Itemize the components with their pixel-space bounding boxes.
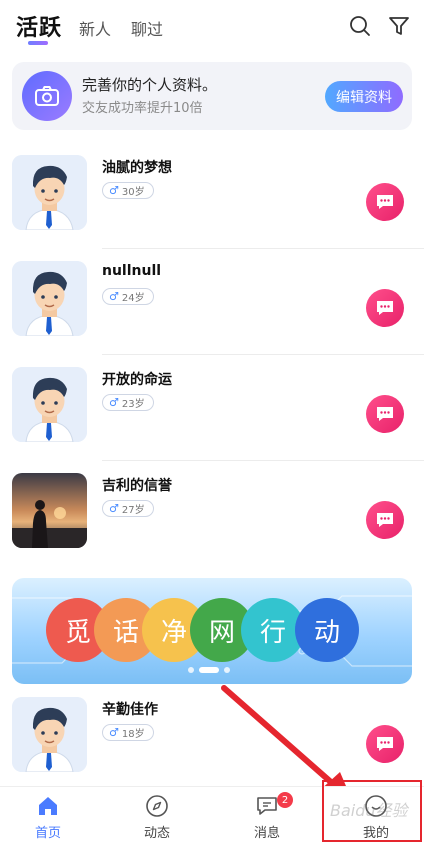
edit-profile-button[interactable]: 编辑资料 [325,81,403,112]
tab-new[interactable]: 新人 [79,16,111,40]
unread-badge: 2 [277,792,293,808]
chat-button[interactable] [366,725,404,763]
nav-label: 首页 [34,826,61,841]
divider [102,248,424,249]
user-name: 油腻的梦想 [102,160,172,176]
chat-button[interactable] [366,501,404,539]
age-badge: ♂ 27岁 [102,500,154,517]
age-text: 18岁 [121,729,145,740]
age-text: 27岁 [121,505,145,516]
age-text: 23岁 [121,399,145,410]
user-list-item[interactable]: nullnull ♂ 24岁 [0,261,424,367]
age-text: 30岁 [121,187,145,198]
annotation-highlight-box [322,780,422,842]
age-text: 24岁 [121,293,145,304]
male-icon: ♂ [109,290,119,303]
user-list-item[interactable]: 开放的命运 ♂ 23岁 [0,367,424,473]
user-list-item[interactable]: 油腻的梦想 ♂ 30岁 [0,155,424,261]
banner-subtitle: 交友成功率提升10倍 [82,101,203,116]
avatar[interactable] [12,367,87,442]
male-icon: ♂ [109,726,119,739]
user-name: 辛勤佳作 [102,702,158,718]
nav-messages[interactable]: 2 消息 [227,787,307,842]
camera-icon [22,71,72,121]
divider [102,354,424,355]
user-name: 开放的命运 [102,372,172,388]
carousel-indicator [188,667,230,673]
chat-bubble-icon [377,737,393,751]
avatar[interactable] [12,697,87,772]
nav-moments[interactable]: 动态 [117,787,197,842]
male-icon: ♂ [109,502,119,515]
chat-bubble-icon [377,195,393,209]
chat-bubble-icon [377,301,393,315]
compass-icon [146,795,168,817]
user-name: nullnull [102,263,162,279]
chat-bubble-icon [377,513,393,527]
age-badge: ♂ 23岁 [102,394,154,411]
campaign-banner[interactable]: 觅 话 净 网 行 动 [12,578,412,684]
age-badge: ♂ 24岁 [102,288,154,305]
filter-icon[interactable] [387,14,411,38]
search-icon[interactable] [348,14,372,38]
banner-title: 完善你的个人资料。 [82,76,218,94]
divider [102,460,424,461]
avatar[interactable] [12,155,87,230]
nav-label: 动态 [143,826,170,841]
carousel-dot-active[interactable] [199,667,219,673]
active-tab-indicator [28,41,48,45]
male-icon: ♂ [109,396,119,409]
message-icon [257,797,277,815]
carousel-dot[interactable] [224,667,230,673]
user-list-item[interactable]: 吉利的信誉 ♂ 27岁 [0,473,424,579]
avatar[interactable] [12,473,87,548]
home-icon [39,797,57,815]
chat-button[interactable] [366,395,404,433]
avatar[interactable] [12,261,87,336]
age-badge: ♂ 18岁 [102,724,154,741]
nav-label: 消息 [253,826,280,841]
chat-button[interactable] [366,289,404,327]
top-tab-bar: 活跃 新人 聊过 [0,0,424,56]
campaign-char: 动 [295,598,359,662]
chat-bubble-icon [377,407,393,421]
chat-button[interactable] [366,183,404,221]
tab-chatted[interactable]: 聊过 [131,16,163,40]
tab-active[interactable]: 活跃 [16,10,62,42]
profile-completion-banner: 完善你的个人资料。 交友成功率提升10倍 编辑资料 [12,62,412,130]
nav-home[interactable]: 首页 [8,787,88,842]
age-badge: ♂ 30岁 [102,182,154,199]
carousel-dot[interactable] [188,667,194,673]
user-name: 吉利的信誉 [102,478,172,494]
male-icon: ♂ [109,184,119,197]
